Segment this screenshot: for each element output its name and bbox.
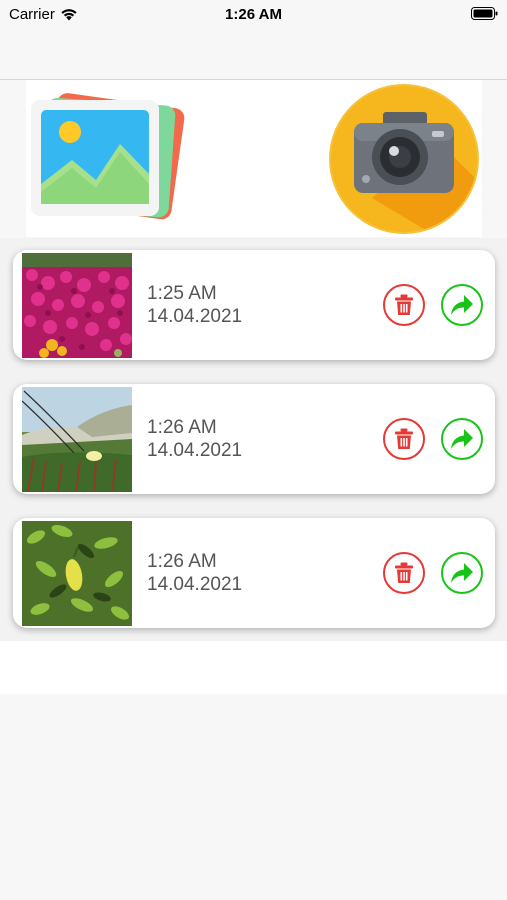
share-arrow-icon: [451, 429, 473, 449]
delete-button[interactable]: [383, 418, 425, 460]
share-button[interactable]: [441, 552, 483, 594]
share-arrow-icon: [451, 295, 473, 315]
green-leaves-image: [22, 521, 132, 626]
camera-icon: [329, 84, 479, 234]
photo-time: 1:26 AM: [147, 551, 217, 572]
share-button[interactable]: [441, 284, 483, 326]
status-bar: Carrier 1:26 AM: [0, 0, 507, 28]
gallery-button[interactable]: [28, 92, 188, 230]
trash-icon: [395, 428, 413, 449]
photo-date: 14.04.2021: [147, 574, 243, 595]
photo-time: 1:25 AM: [147, 283, 217, 304]
photo-thumbnail[interactable]: [22, 387, 132, 492]
list-footer: [0, 641, 507, 694]
dunes-plants-image: [22, 387, 132, 492]
photo-date: 14.04.2021: [147, 440, 243, 461]
photo-thumbnail[interactable]: [22, 253, 132, 358]
share-button[interactable]: [441, 418, 483, 460]
battery-icon: [471, 7, 498, 20]
gallery-icon: [31, 93, 185, 220]
list-item[interactable]: 1:25 AM 14.04.2021: [13, 250, 495, 360]
photo-time: 1:26 AM: [147, 417, 217, 438]
photo-date: 14.04.2021: [147, 306, 243, 327]
navigation-bar: [0, 28, 507, 80]
list-item[interactable]: 1:26 AM 14.04.2021: [13, 384, 495, 494]
share-arrow-icon: [451, 563, 473, 583]
photo-thumbnail[interactable]: [22, 521, 132, 626]
list-item[interactable]: 1:26 AM 14.04.2021: [13, 518, 495, 628]
trash-icon: [395, 562, 413, 583]
status-time: 1:26 AM: [225, 6, 282, 23]
delete-button[interactable]: [383, 284, 425, 326]
camera-button[interactable]: [328, 83, 480, 235]
pink-flowers-image: [22, 253, 132, 358]
delete-button[interactable]: [383, 552, 425, 594]
trash-icon: [395, 294, 413, 315]
